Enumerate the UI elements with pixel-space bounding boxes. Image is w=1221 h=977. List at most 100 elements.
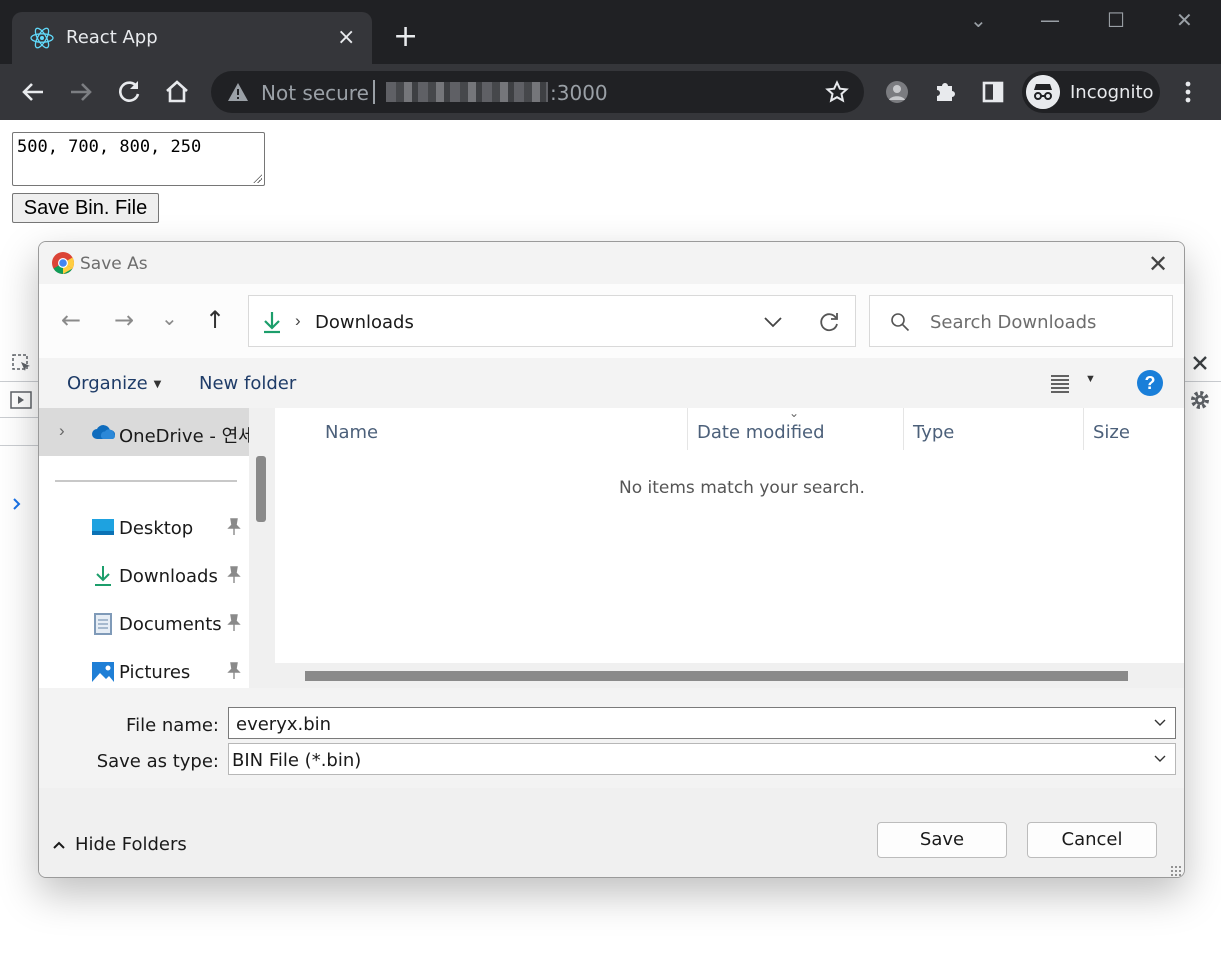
nav-back-button[interactable]: ←	[61, 306, 81, 334]
chevron-down-icon[interactable]	[1153, 752, 1167, 766]
device-toggle-icon[interactable]	[10, 390, 32, 410]
nav-pane-scrollbar[interactable]	[249, 408, 275, 688]
pin-icon[interactable]	[226, 518, 242, 536]
cancel-button[interactable]: Cancel	[1027, 822, 1157, 858]
file-name-section: File name: everyx.bin Save as type: BIN …	[39, 688, 1184, 788]
console-prompt-icon	[13, 498, 21, 510]
file-name-label: File name:	[126, 715, 219, 736]
pin-icon[interactable]	[226, 662, 242, 680]
bookmark-star-icon[interactable]	[825, 80, 849, 104]
tab-search-icon[interactable]: ⌄	[970, 8, 987, 32]
devtools-right-fragment	[1184, 345, 1221, 425]
resize-grip[interactable]	[1170, 865, 1182, 877]
search-placeholder: Search Downloads	[930, 312, 1097, 333]
back-icon[interactable]	[19, 78, 47, 106]
nav-item-label: OneDrive - 연세	[119, 426, 255, 447]
view-options-caret-icon[interactable]: ▼	[1085, 373, 1096, 385]
view-options-icon[interactable]	[1049, 372, 1071, 394]
desktop-icon	[92, 519, 114, 535]
browser-tab[interactable]: React App ×	[12, 12, 372, 64]
forward-icon[interactable]	[67, 78, 95, 106]
menu-icon[interactable]	[1174, 78, 1202, 106]
omnibox-divider	[373, 80, 375, 104]
column-separator[interactable]	[903, 408, 904, 450]
minimize-button[interactable]: —	[1040, 8, 1060, 32]
expand-chevron-icon[interactable]: ›	[59, 421, 65, 441]
address-bar[interactable]: Not secure :3000	[211, 71, 864, 113]
browser-tabstrip: React App × + ⌄ — ☐ ✕	[0, 0, 1221, 64]
pictures-icon	[92, 662, 114, 682]
dialog-titlebar[interactable]: Save As ✕	[39, 242, 1184, 284]
devtools-settings-gear-icon[interactable]	[1189, 389, 1211, 411]
textarea-resize-handle[interactable]	[252, 173, 262, 183]
save-as-dialog: Save As ✕ ← → ⌄ ↑ › Downloads Search Dow…	[38, 241, 1185, 878]
dialog-title: Save As	[80, 254, 148, 274]
sort-indicator-icon: ⌄	[789, 406, 800, 420]
column-header-name[interactable]: Name	[325, 422, 378, 443]
dialog-address-bar[interactable]: › Downloads	[248, 295, 856, 347]
tab-close-icon[interactable]: ×	[337, 25, 355, 50]
home-icon[interactable]	[163, 78, 191, 106]
new-folder-button[interactable]: New folder	[199, 373, 296, 394]
incognito-badge[interactable]: Incognito	[1022, 71, 1160, 113]
file-list-horizontal-scrollbar[interactable]	[275, 663, 1184, 688]
devtools-divider	[0, 445, 40, 446]
refresh-icon[interactable]	[817, 310, 841, 334]
save-as-type-select[interactable]: BIN File (*.bin)	[228, 743, 1176, 775]
nav-item-downloads[interactable]: Downloads	[39, 552, 249, 600]
nav-pane-divider	[55, 480, 237, 482]
side-panel-icon[interactable]	[979, 78, 1007, 106]
pin-icon[interactable]	[226, 614, 242, 632]
nav-item-desktop[interactable]: Desktop	[39, 504, 249, 552]
save-bin-file-button[interactable]: Save Bin. File	[12, 193, 159, 223]
help-button[interactable]: ?	[1137, 370, 1163, 396]
empty-results-message: No items match your search.	[619, 478, 865, 498]
nav-item-label: Downloads	[119, 566, 218, 587]
nav-pane-scroll-thumb[interactable]	[256, 456, 266, 522]
maximize-button[interactable]: ☐	[1107, 8, 1125, 32]
save-button[interactable]: Save	[877, 822, 1007, 858]
numbers-textarea[interactable]: 500, 700, 800, 250	[12, 132, 265, 186]
pin-icon[interactable]	[226, 566, 242, 584]
url-port: :3000	[550, 81, 608, 105]
save-as-type-label: Save as type:	[96, 751, 219, 772]
file-name-input[interactable]: everyx.bin	[228, 707, 1176, 739]
download-icon	[95, 566, 111, 586]
organize-menu-button[interactable]: Organize ▼	[67, 373, 161, 394]
dialog-command-bar: Organize ▼ New folder ▼ ?	[39, 358, 1184, 408]
inspect-element-icon[interactable]	[12, 354, 32, 374]
horizontal-scroll-thumb[interactable]	[305, 671, 1128, 681]
devtools-close-icon[interactable]	[1192, 355, 1208, 371]
search-downloads-input[interactable]: Search Downloads	[869, 295, 1173, 347]
nav-forward-button[interactable]: →	[114, 306, 134, 334]
warning-icon[interactable]	[227, 81, 249, 103]
address-dropdown-icon[interactable]	[762, 311, 784, 333]
devtools-divider	[0, 381, 40, 382]
recent-locations-button[interactable]: ⌄	[161, 306, 178, 330]
file-list: Name ⌄ Date modified Type Size No items …	[275, 406, 1184, 688]
extensions-puzzle-icon[interactable]	[931, 78, 959, 106]
column-separator[interactable]	[1083, 408, 1084, 450]
react-logo-icon	[30, 27, 54, 49]
breadcrumb-downloads[interactable]: Downloads	[315, 312, 414, 333]
column-separator[interactable]	[687, 408, 688, 450]
column-header-date-modified[interactable]: Date modified	[697, 422, 825, 443]
new-tab-button[interactable]: +	[393, 22, 418, 52]
nav-up-button[interactable]: ↑	[205, 306, 225, 334]
column-header-size[interactable]: Size	[1093, 422, 1130, 443]
breadcrumb-separator[interactable]: ›	[295, 311, 301, 331]
document-icon	[94, 613, 112, 635]
nav-item-onedrive[interactable]: › OneDrive - 연세	[39, 408, 255, 456]
dialog-close-button[interactable]: ✕	[1148, 250, 1168, 278]
column-header-type[interactable]: Type	[913, 422, 954, 443]
chevron-down-icon[interactable]	[1153, 716, 1167, 730]
organize-label: Organize	[67, 373, 148, 394]
hide-folders-button[interactable]: Hide Folders	[53, 834, 187, 855]
textarea-value: 500, 700, 800, 250	[17, 137, 202, 157]
nav-item-documents[interactable]: Documents	[39, 600, 249, 648]
extension-avatar-icon[interactable]	[883, 78, 911, 106]
incognito-label: Incognito	[1070, 82, 1154, 103]
not-secure-label[interactable]: Not secure	[261, 81, 369, 105]
reload-icon[interactable]	[115, 78, 143, 106]
close-window-button[interactable]: ✕	[1176, 8, 1193, 32]
